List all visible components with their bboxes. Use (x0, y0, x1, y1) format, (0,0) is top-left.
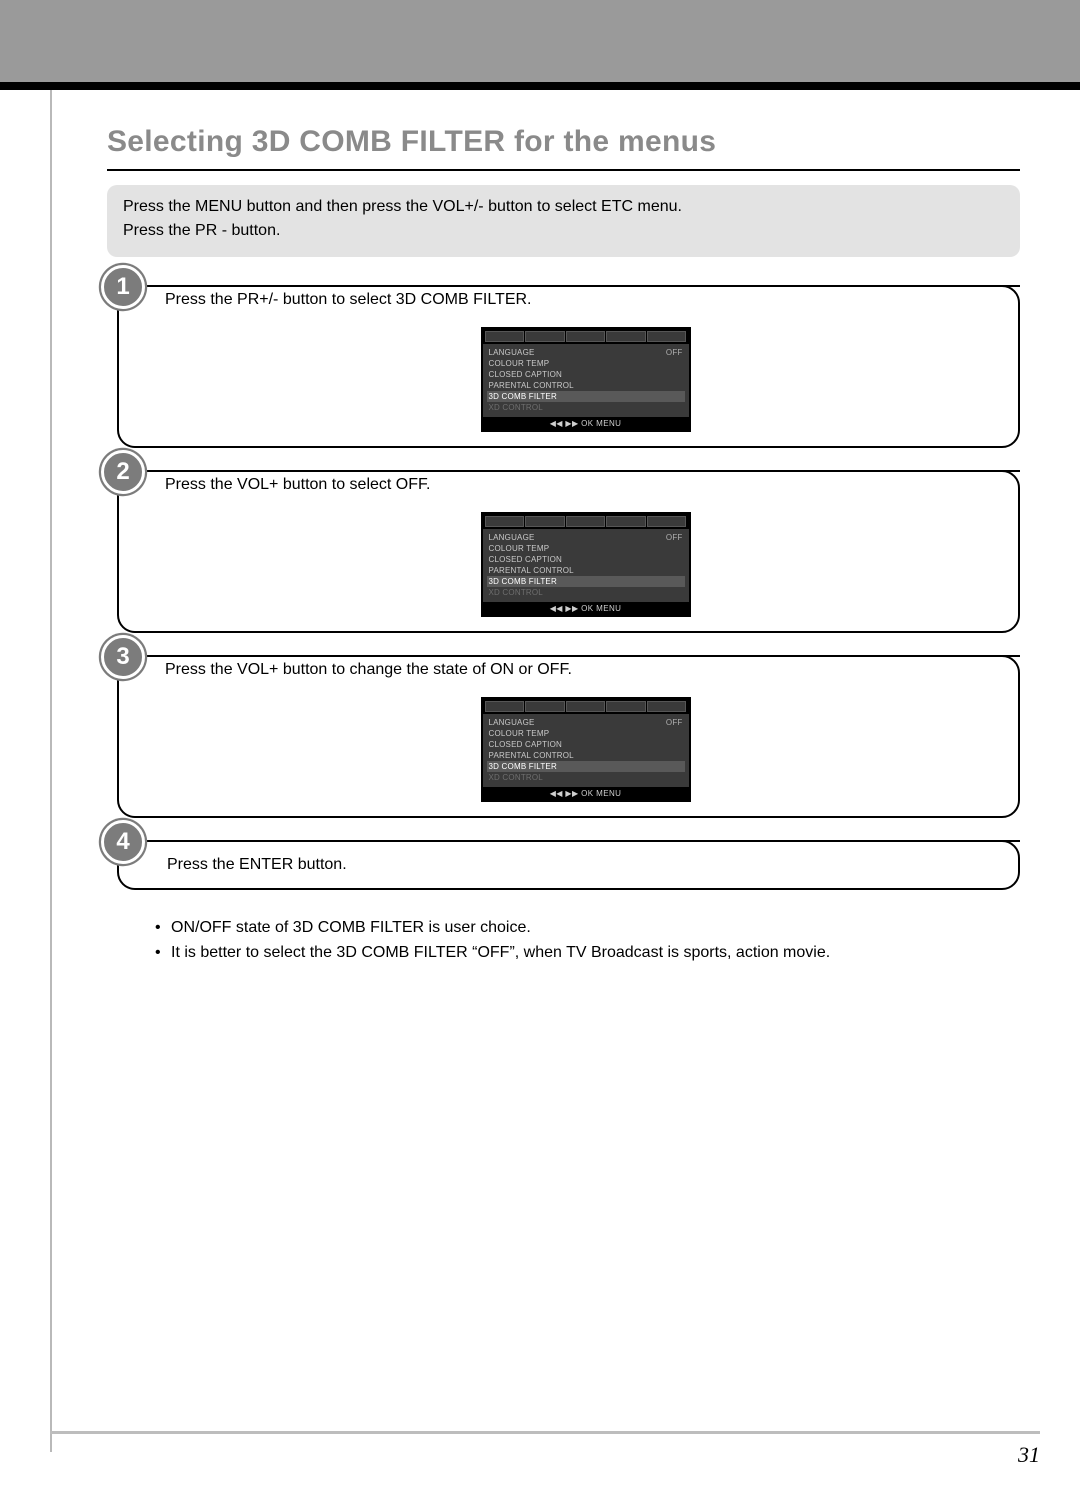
osd-row-selected: 3D COMB FILTER (487, 761, 685, 772)
step-4-frame: Press the ENTER button. (117, 840, 1020, 890)
page-content: Selecting 3D COMB FILTER for the menus P… (50, 90, 1040, 1452)
osd-tab-icon (606, 331, 646, 342)
header-rule (0, 82, 1080, 90)
osd-row-dim: XD CONTROL (487, 587, 685, 598)
step-2-text: Press the VOL+ button to select OFF. (165, 476, 430, 494)
osd-tab-icon (485, 516, 525, 527)
note-item: • It is better to select the 3D COMB FIL… (155, 941, 1020, 966)
step-rule (153, 470, 1020, 472)
step-rule (153, 655, 1020, 657)
step-badge-1: 1 (101, 265, 145, 309)
osd-tabs (483, 329, 689, 344)
osd-row-selected: 3D COMB FILTER (487, 576, 685, 587)
osd-row: CLOSED CAPTION (487, 369, 685, 380)
step-badge-3: 3 (101, 635, 145, 679)
notes: • ON/OFF state of 3D COMB FILTER is user… (155, 916, 1020, 966)
osd-row: COLOUR TEMP (487, 728, 685, 739)
osd-row-selected: 3D COMB FILTER (487, 391, 685, 402)
osd-tabs (483, 514, 689, 529)
page-title: Selecting 3D COMB FILTER for the menus (107, 125, 1020, 159)
step-1: 1 Press the PR+/- button to select 3D CO… (107, 285, 1020, 448)
osd-row-dim: XD CONTROL (487, 402, 685, 413)
osd-tab-icon (566, 516, 606, 527)
step-badge-2: 2 (101, 450, 145, 494)
intro-box: Press the MENU button and then press the… (107, 185, 1020, 257)
step-4: 4 Press the ENTER button. (107, 840, 1020, 890)
osd-row: PARENTAL CONTROL (487, 750, 685, 761)
osd-row: COLOUR TEMP (487, 543, 685, 554)
osd-tab-icon (566, 331, 606, 342)
step-badge-4: 4 (101, 820, 145, 864)
osd-row: LANGUAGEOFF (487, 347, 685, 358)
osd-row: CLOSED CAPTION (487, 554, 685, 565)
osd-tab-icon (566, 701, 606, 712)
osd-body: LANGUAGEOFF COLOUR TEMP CLOSED CAPTION P… (483, 529, 689, 602)
step-2-frame: LANGUAGEOFF COLOUR TEMP CLOSED CAPTION P… (117, 470, 1020, 633)
note-text: ON/OFF state of 3D COMB FILTER is user c… (171, 916, 531, 941)
osd-tab-icon (606, 701, 646, 712)
step-4-text: Press the ENTER button. (167, 856, 347, 873)
bullet-dot-icon: • (155, 916, 171, 941)
osd-tabs (483, 699, 689, 714)
osd-row: LANGUAGEOFF (487, 532, 685, 543)
footer-rule (50, 1431, 1040, 1434)
osd-screenshot-2: LANGUAGEOFF COLOUR TEMP CLOSED CAPTION P… (481, 512, 691, 617)
osd-screenshot-1: LANGUAGEOFF COLOUR TEMP CLOSED CAPTION P… (481, 327, 691, 432)
osd-row-dim: XD CONTROL (487, 772, 685, 783)
title-rule (107, 169, 1020, 171)
step-1-text: Press the PR+/- button to select 3D COMB… (165, 291, 532, 309)
osd-tab-icon (485, 701, 525, 712)
osd-tab-icon (647, 516, 687, 527)
intro-line-2: Press the PR - button. (123, 219, 1004, 243)
bullet-dot-icon: • (155, 941, 171, 966)
osd-tab-icon (485, 331, 525, 342)
osd-tab-icon (647, 701, 687, 712)
step-3: 3 Press the VOL+ button to change the st… (107, 655, 1020, 818)
osd-row: PARENTAL CONTROL (487, 380, 685, 391)
osd-row: LANGUAGEOFF (487, 717, 685, 728)
header-band (0, 0, 1080, 82)
step-2: 2 Press the VOL+ button to select OFF. L… (107, 470, 1020, 633)
osd-hint: ◀◀ ▶▶ OK MENU (483, 602, 689, 615)
note-item: • ON/OFF state of 3D COMB FILTER is user… (155, 916, 1020, 941)
osd-tab-icon (525, 516, 565, 527)
osd-screenshot-3: LANGUAGEOFF COLOUR TEMP CLOSED CAPTION P… (481, 697, 691, 802)
step-1-frame: LANGUAGEOFF COLOUR TEMP CLOSED CAPTION P… (117, 285, 1020, 448)
step-3-frame: LANGUAGEOFF COLOUR TEMP CLOSED CAPTION P… (117, 655, 1020, 818)
osd-tab-icon (525, 331, 565, 342)
osd-hint: ◀◀ ▶▶ OK MENU (483, 787, 689, 800)
osd-body: LANGUAGEOFF COLOUR TEMP CLOSED CAPTION P… (483, 344, 689, 417)
page-number: 31 (1018, 1442, 1040, 1468)
note-text: It is better to select the 3D COMB FILTE… (171, 941, 830, 966)
osd-row: PARENTAL CONTROL (487, 565, 685, 576)
osd-row: CLOSED CAPTION (487, 739, 685, 750)
osd-body: LANGUAGEOFF COLOUR TEMP CLOSED CAPTION P… (483, 714, 689, 787)
step-3-text: Press the VOL+ button to change the stat… (165, 661, 572, 679)
step-rule (153, 285, 1020, 287)
osd-tab-icon (606, 516, 646, 527)
osd-tab-icon (647, 331, 687, 342)
intro-line-1: Press the MENU button and then press the… (123, 195, 1004, 219)
osd-tab-icon (525, 701, 565, 712)
osd-row: COLOUR TEMP (487, 358, 685, 369)
osd-hint: ◀◀ ▶▶ OK MENU (483, 417, 689, 430)
